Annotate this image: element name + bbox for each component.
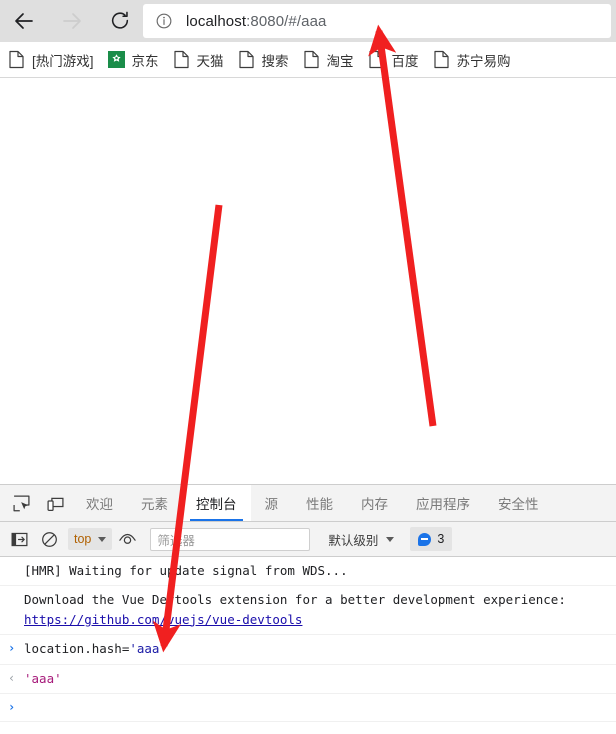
tab-label: 欢迎 [86,497,113,512]
tab-label: 控制台 [196,497,237,512]
console-level-label: 默认级别 [328,533,379,548]
address-bar[interactable]: localhost:8080/#/aaa [143,4,611,38]
message-bubble-icon [418,532,432,546]
tab-label: 元素 [141,497,168,512]
console-filter-placeholder: 筛选器 [157,533,195,548]
tab-label: 应用程序 [416,497,470,512]
screenshot-root: localhost:8080/#/aaa [热门游戏] 京东 天猫 搜索 淘宝 … [0,0,616,734]
bookmark-item[interactable]: 京东 [100,42,165,77]
js-context-selector[interactable]: top [68,528,113,550]
page-icon [368,50,385,69]
tab-welcome[interactable]: 欢迎 [72,485,127,521]
bookmark-label: 京东 [131,53,159,69]
bookmark-label: [热门游戏] [32,53,94,69]
console-prompt-row[interactable]: › [0,694,616,722]
console-toolbar: top 筛选器 默认级别 3 [0,522,616,557]
back-arrow-icon [12,9,36,33]
clear-console-icon[interactable] [34,522,64,556]
tab-elements[interactable]: 元素 [127,485,182,521]
forward-arrow-icon [60,9,84,33]
console-result-gutter-icon: ‹ [8,670,16,685]
console-message-text: Download the Vue Devtools extension for … [24,592,566,608]
devtools-panel: 欢迎 元素 控制台 源 性能 内存 应用程序 安全性 top 筛选器 默认级别 … [0,484,616,734]
browser-toolbar: localhost:8080/#/aaa [0,0,616,42]
console-message-log: [HMR] Waiting for update signal from WDS… [0,557,616,587]
page-icon [303,50,320,69]
bookmark-item[interactable]: 苏宁易购 [425,42,517,77]
devtools-tab-list: 欢迎 元素 控制台 源 性能 内存 应用程序 安全性 [72,485,616,521]
page-viewport [0,78,616,484]
page-icon [173,50,190,69]
js-context-value: top [74,532,92,546]
console-input-expression: location.hash= [24,641,130,657]
reload-icon [109,10,131,32]
console-message-count: 3 [437,532,445,546]
console-message-link[interactable]: https://github.com/vuejs/vue-devtools [24,612,302,627]
navigation-buttons [0,0,144,42]
bookmark-item[interactable]: 搜索 [230,42,295,77]
reload-button[interactable] [96,0,144,42]
inspect-element-icon[interactable] [4,485,38,521]
console-prompt-gutter-icon: › [8,699,16,714]
url-path: :8080/#/aaa [246,12,327,30]
tab-application[interactable]: 应用程序 [402,485,484,521]
console-input-gutter-icon: › [8,641,16,656]
bookmarks-bar: [热门游戏] 京东 天猫 搜索 淘宝 百度 苏宁易购 [0,42,616,78]
console-message-count-badge[interactable]: 3 [410,527,453,551]
bookmark-item[interactable]: 淘宝 [295,42,360,77]
console-level-selector[interactable]: 默认级别 [328,530,395,549]
tab-label: 性能 [306,497,333,512]
page-icon [8,50,25,69]
console-filter-input[interactable]: 筛选器 [150,527,311,551]
console-input-string-literal: 'aaa' [129,641,167,657]
bookmark-label: 百度 [391,53,419,69]
bookmark-item[interactable]: [热门游戏] [0,42,100,77]
bookmark-label: 天猫 [196,53,224,69]
forward-button [48,0,96,42]
console-sidebar-icon[interactable] [4,522,34,556]
chevron-down-icon [386,536,395,542]
bookmark-item[interactable]: 百度 [360,42,425,77]
tab-console[interactable]: 控制台 [182,485,251,521]
console-input-echo: › location.hash='aaa' [0,635,616,665]
tab-performance[interactable]: 性能 [292,485,347,521]
bookmark-item[interactable]: 天猫 [165,42,230,77]
tab-label: 源 [264,497,279,512]
tab-label: 内存 [361,497,388,512]
live-expression-icon[interactable] [112,522,142,556]
console-message-log: Download the Vue Devtools extension for … [0,586,616,636]
url-host: localhost [186,12,247,30]
page-icon [433,50,450,69]
device-toolbar-icon[interactable] [38,485,72,521]
jd-logo-icon [107,51,125,68]
tab-memory[interactable]: 内存 [347,485,402,521]
page-icon [238,50,255,69]
console-output[interactable]: [HMR] Waiting for update signal from WDS… [0,557,616,734]
url-text[interactable]: localhost:8080/#/aaa [186,13,326,30]
tab-sources[interactable]: 源 [251,485,293,521]
back-button[interactable] [0,0,48,42]
bookmark-label: 苏宁易购 [456,53,511,69]
bookmark-label: 搜索 [261,53,289,69]
tab-security[interactable]: 安全性 [484,485,553,521]
devtools-tabbar: 欢迎 元素 控制台 源 性能 内存 应用程序 安全性 [0,485,616,522]
console-result-value: 'aaa' [24,670,62,686]
chevron-down-icon [98,536,107,542]
info-circle-icon[interactable] [155,12,173,30]
tab-label: 安全性 [498,497,539,512]
console-result: ‹ 'aaa' [0,665,616,694]
bookmark-label: 淘宝 [326,53,354,69]
console-message-text: [HMR] Waiting for update signal from WDS… [24,563,348,578]
